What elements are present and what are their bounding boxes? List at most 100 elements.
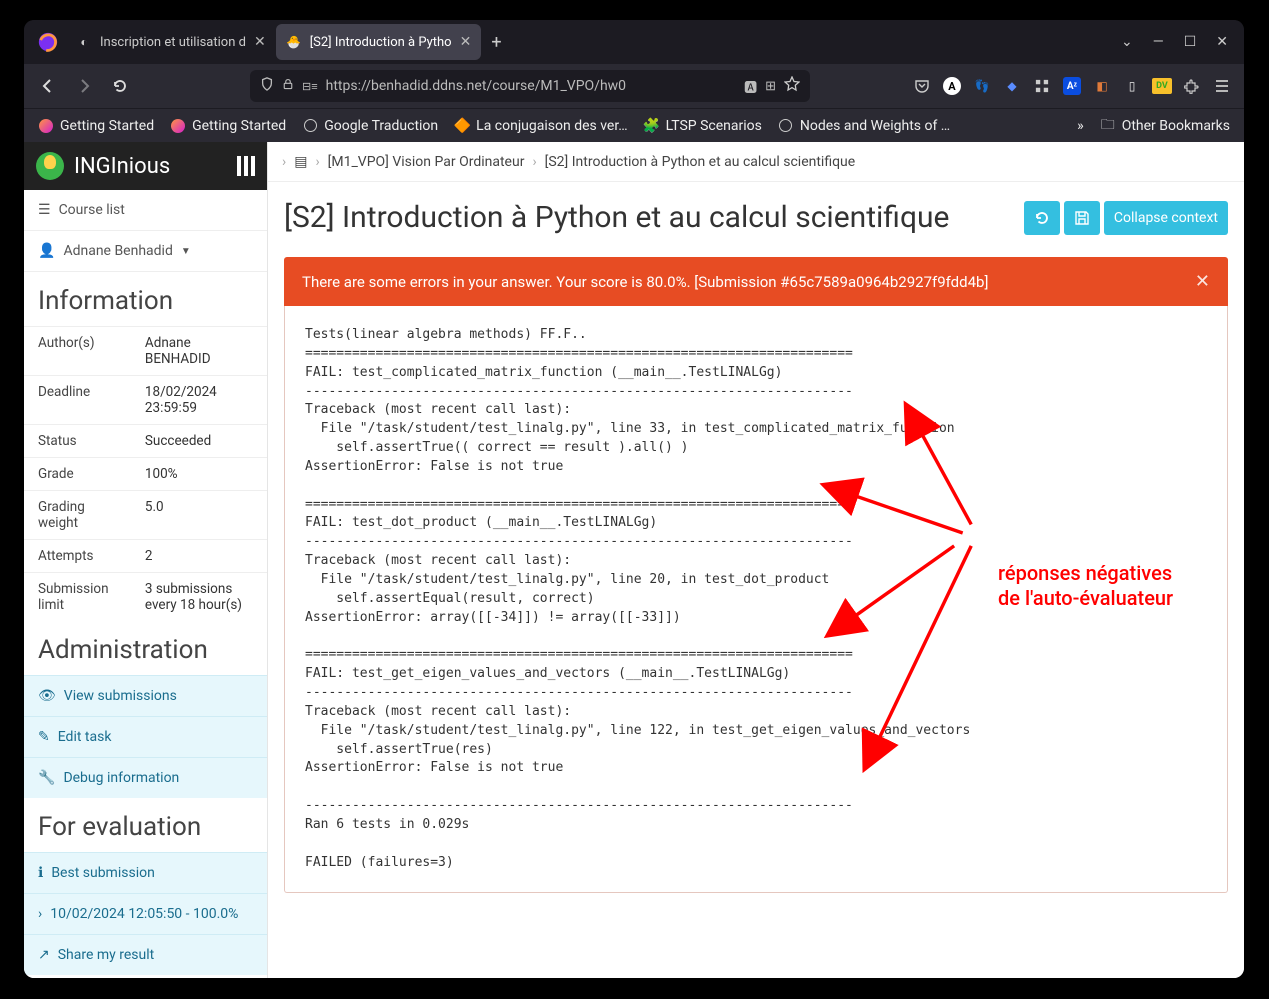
admin-debug-link[interactable]: 🔧Debug information <box>24 757 267 798</box>
close-icon[interactable]: ✕ <box>1195 271 1210 292</box>
table-row: Deadline18/02/2024 23:59:59 <box>24 376 267 425</box>
chevron-right-icon: › <box>38 906 42 922</box>
table-row: Grade100% <box>24 458 267 491</box>
link-label: Edit task <box>58 729 112 745</box>
chevron-right-icon: › <box>532 154 536 170</box>
ext-dv-icon[interactable]: DV <box>1148 72 1176 100</box>
favicon-icon: ◐ <box>76 34 92 50</box>
bookmark-star-icon[interactable] <box>784 76 800 96</box>
favicon-icon: 🐣 <box>286 34 302 50</box>
admin-edit-task-link[interactable]: ✎ Edit task <box>24 716 267 757</box>
close-icon[interactable]: ✕ <box>460 34 472 50</box>
table-row: Author(s)Adnane BENHADID <box>24 327 267 376</box>
sidebar-toggle-button[interactable] <box>237 156 255 176</box>
tab-active[interactable]: 🐣 [S2] Introduction à Pytho ✕ <box>276 24 482 60</box>
bookmark-item[interactable]: 🔶La conjugaison des ver… <box>448 114 633 138</box>
breadcrumb-task: [S2] Introduction à Python et au calcul … <box>545 154 856 170</box>
pocket-icon[interactable] <box>908 72 936 100</box>
bookmarks-overflow-button[interactable]: » <box>1071 114 1090 138</box>
breadcrumb-course[interactable]: [M1_VPO] Vision Par Ordinateur <box>328 154 525 170</box>
qr-icon[interactable]: ⊞ <box>765 79 776 94</box>
translate-icon[interactable]: 🅰 <box>744 77 757 96</box>
reload-button[interactable] <box>104 70 136 102</box>
url-bar[interactable]: ⊟≡ https://benhadid.ddns.net/course/M1_V… <box>250 70 810 102</box>
chevron-right-icon: › <box>282 154 286 170</box>
admin-view-submissions-link[interactable]: 👁View submissions <box>24 675 267 716</box>
shield-icon <box>260 77 274 95</box>
section-title-info: Information <box>24 272 267 326</box>
bookmark-label: Other Bookmarks <box>1122 118 1230 134</box>
bookmark-label: Google Traduction <box>324 118 438 134</box>
ext-az-icon[interactable]: Aᶻ <box>1058 72 1086 100</box>
link-label: Share my result <box>58 947 155 963</box>
brand-logo-icon <box>36 152 64 180</box>
window-close-button[interactable]: ✕ <box>1206 34 1238 50</box>
window-maximize-button[interactable]: ☐ <box>1174 34 1207 50</box>
back-button[interactable] <box>32 70 64 102</box>
ext-diamond-icon[interactable]: ◆ <box>998 72 1026 100</box>
share-icon: ↗ <box>38 947 50 963</box>
close-icon[interactable]: ✕ <box>254 34 266 50</box>
bookmark-item[interactable]: Getting Started <box>164 114 292 138</box>
alert-text: There are some errors in your answer. Yo… <box>302 273 988 291</box>
tab-label: Inscription et utilisation d <box>100 35 246 50</box>
link-label: Best submission <box>51 865 154 881</box>
list-icon: ☰ <box>38 202 51 218</box>
user-name: Adnane Benhadid <box>63 243 172 259</box>
eval-best-submission-link[interactable]: ℹ Best submission <box>24 852 267 893</box>
bookmark-label: Nodes and Weights of … <box>800 118 950 134</box>
info-table: Author(s)Adnane BENHADID Deadline18/02/2… <box>24 326 267 621</box>
page-title: [S2] Introduction à Python et au calcul … <box>284 200 949 235</box>
breadcrumb: › ▤ › [M1_VPO] Vision Par Ordinateur › [… <box>268 142 1244 182</box>
sidebar-course-list-link[interactable]: ☰ Course list <box>24 190 267 231</box>
result-output-box: Tests(linear algebra methods) FF.F.. ===… <box>284 306 1228 893</box>
reload-task-button[interactable] <box>1024 201 1060 235</box>
new-tab-button[interactable]: + <box>481 32 511 53</box>
bookmark-item[interactable]: Nodes and Weights of … <box>772 114 956 138</box>
score-alert: There are some errors in your answer. Yo… <box>284 257 1228 306</box>
bookmarks-bar: Getting Started Getting Started Google T… <box>24 108 1244 142</box>
window-minimize-button[interactable]: — <box>1143 34 1174 50</box>
browser-tab-bar: ◐ Inscription et utilisation d ✕ 🐣 [S2] … <box>24 20 1244 64</box>
table-row: Submission limit3 submissions every 18 h… <box>24 573 267 622</box>
bookmark-item[interactable]: Google Traduction <box>296 114 444 138</box>
section-title-eval: For evaluation <box>24 798 267 852</box>
table-row: Grading weight5.0 <box>24 491 267 540</box>
ext-gnome-icon[interactable]: 👣 <box>968 72 996 100</box>
url-text: https://benhadid.ddns.net/course/M1_VPO/… <box>326 78 736 94</box>
ext-doc-icon[interactable]: ▯ <box>1118 72 1146 100</box>
sidebar-user-menu[interactable]: 👤 Adnane Benhadid ▼ <box>24 231 267 272</box>
ext-cube-icon[interactable]: ◧ <box>1088 72 1116 100</box>
caret-down-icon: ▼ <box>181 246 191 257</box>
browser-toolbar: ⊟≡ https://benhadid.ddns.net/course/M1_V… <box>24 64 1244 108</box>
firefox-icon <box>30 20 66 64</box>
bookmark-label: Getting Started <box>192 118 286 134</box>
link-label: View submissions <box>64 688 177 704</box>
ext-grid-icon[interactable] <box>1028 72 1056 100</box>
chevron-right-icon: › <box>315 154 319 170</box>
bookmark-item[interactable]: Getting Started <box>32 114 160 138</box>
lock-icon <box>282 77 294 95</box>
bookmark-label: LTSP Scenarios <box>666 118 762 134</box>
brand-bar: INGInious <box>24 142 267 190</box>
table-row: Attempts2 <box>24 540 267 573</box>
bookmark-item[interactable]: 🧩LTSP Scenarios <box>638 114 768 138</box>
edit-icon: ✎ <box>38 729 50 745</box>
tab-label: [S2] Introduction à Pytho <box>310 35 452 50</box>
ext-a-icon[interactable]: A <box>938 72 966 100</box>
info-icon: ℹ <box>38 865 43 881</box>
window-dropdown-button[interactable]: ⌄ <box>1111 34 1143 50</box>
tab-inactive-0[interactable]: ◐ Inscription et utilisation d ✕ <box>66 24 276 60</box>
forward-button[interactable] <box>68 70 100 102</box>
extensions-icon[interactable] <box>1178 72 1206 100</box>
grid-icon[interactable]: ▤ <box>294 154 307 170</box>
table-row: StatusSucceeded <box>24 425 267 458</box>
other-bookmarks-button[interactable]: 🗀Other Bookmarks <box>1094 114 1236 138</box>
eval-share-link[interactable]: ↗ Share my result <box>24 934 267 975</box>
permissions-icon: ⊟≡ <box>302 80 318 93</box>
link-label: Course list <box>59 202 125 218</box>
eval-submission-entry[interactable]: ›10/02/2024 12:05:50 - 100.0% <box>24 893 267 934</box>
app-menu-button[interactable] <box>1208 72 1236 100</box>
save-task-button[interactable] <box>1064 201 1100 235</box>
collapse-context-button[interactable]: Collapse context <box>1104 201 1228 235</box>
